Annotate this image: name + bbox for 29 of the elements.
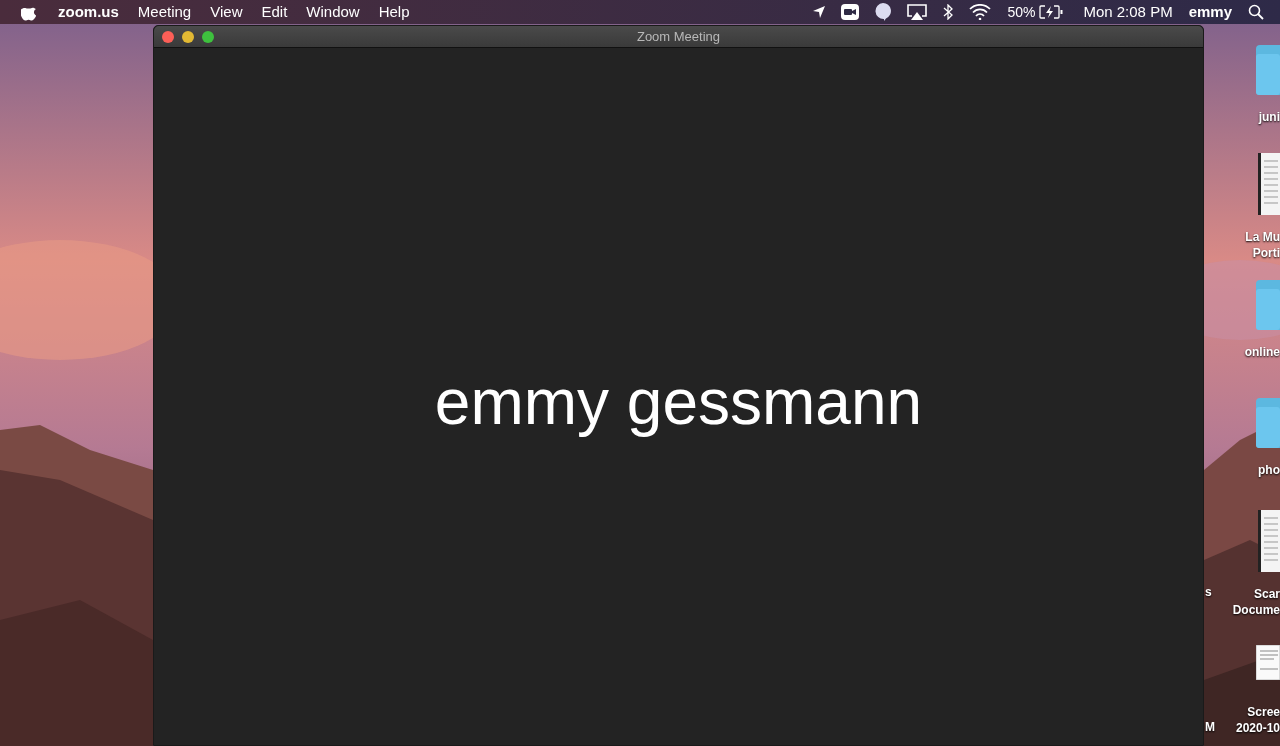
desktop-icon-label[interactable]: pho (1258, 462, 1280, 478)
desktop-icon-label: M (1205, 719, 1215, 735)
location-arrow-icon[interactable] (813, 6, 826, 18)
document-icon[interactable] (1258, 510, 1280, 572)
wifi-icon[interactable] (969, 4, 992, 20)
minimize-button[interactable] (182, 30, 194, 43)
desktop-icon-label[interactable]: juni (1258, 109, 1280, 125)
desktop-icon-label[interactable]: Scree 2020-10 (1235, 704, 1280, 736)
desktop-icon-label: s (1205, 584, 1212, 600)
close-button[interactable] (162, 30, 174, 43)
menu-item[interactable]: Meeting (137, 0, 192, 24)
zoom-button[interactable] (202, 30, 214, 43)
bluetooth-icon[interactable] (943, 4, 954, 20)
menu-item[interactable]: Edit (261, 0, 288, 24)
airplay-icon[interactable] (907, 4, 928, 20)
menu-item[interactable]: View (210, 0, 243, 24)
document-icon[interactable] (1258, 153, 1280, 215)
search-icon[interactable] (1248, 4, 1264, 20)
app-menu[interactable]: zoom.us (58, 0, 119, 24)
video-camera-icon[interactable] (841, 4, 860, 20)
menu-item[interactable]: Window (306, 0, 360, 24)
window-title: Zoom Meeting (636, 27, 721, 46)
user-name[interactable]: emmy (1188, 0, 1232, 24)
menu-bar-clock[interactable]: Mon 2:08 PM (1083, 0, 1173, 24)
menu-item[interactable]: Help (378, 0, 410, 24)
speech-bubble-icon[interactable] (875, 3, 892, 21)
charging-battery-icon[interactable] (1039, 5, 1064, 19)
battery-percentage[interactable]: 50% (1007, 1, 1036, 23)
desktop-icon-label[interactable]: Scar Docume (1232, 586, 1280, 618)
